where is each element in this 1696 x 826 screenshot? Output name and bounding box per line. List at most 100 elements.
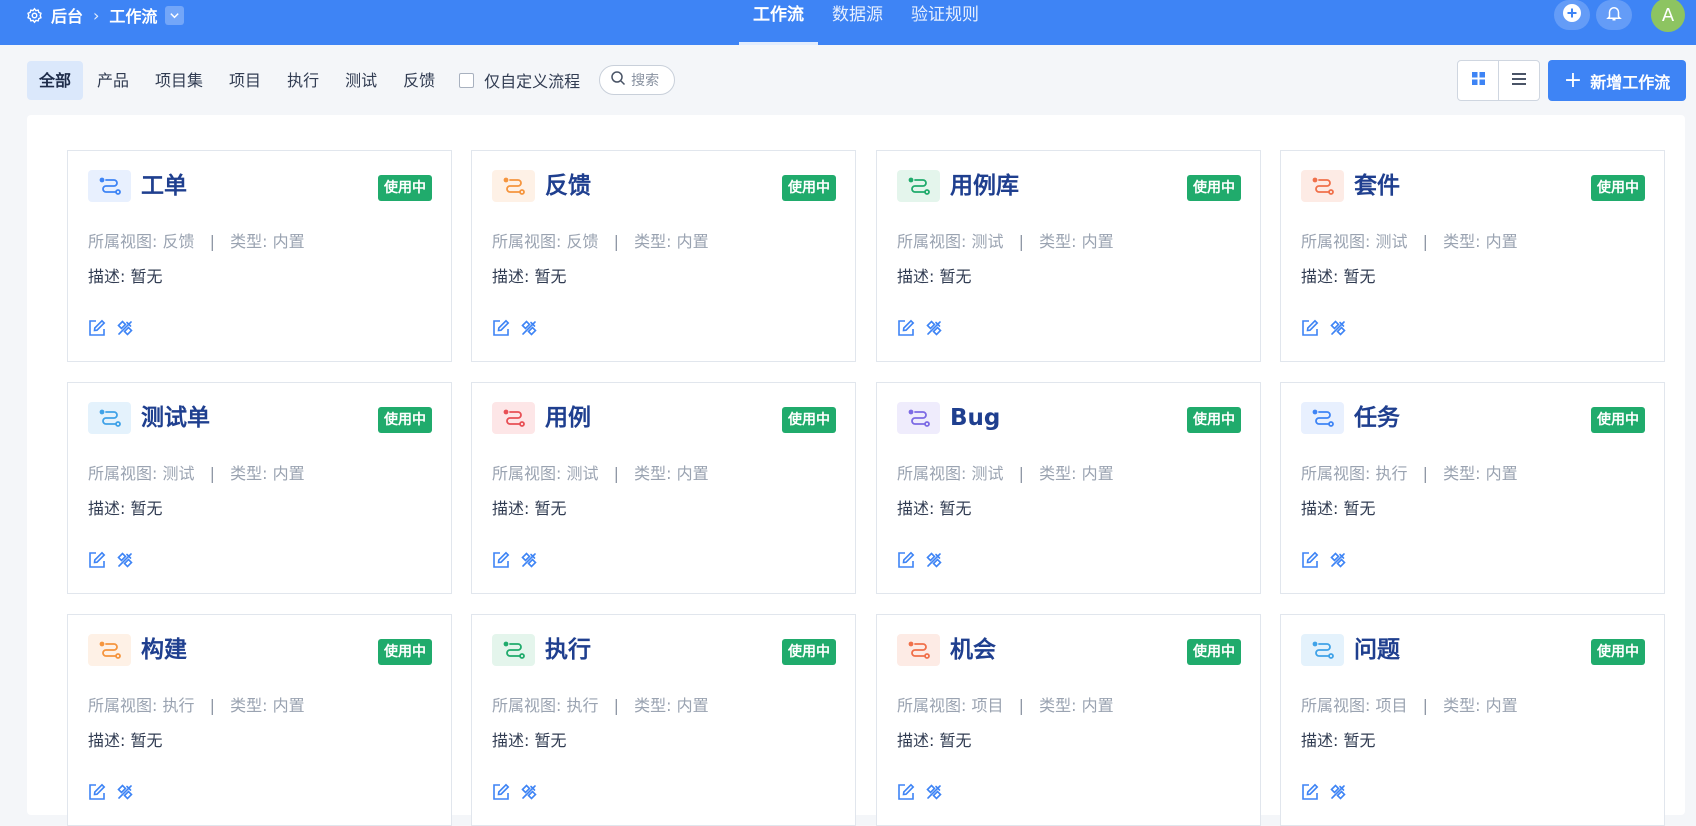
status-badge: 使用中 [782,407,836,433]
workflow-card[interactable]: 工单 使用中 所属视图: 反馈 | 类型: 内置 描述: 暂无 [67,150,452,362]
workflow-type: 内置 [272,232,305,251]
list-view-button[interactable] [1498,61,1539,100]
filter-tab-execution[interactable]: 执行 [275,61,331,100]
grid-view-button[interactable] [1458,61,1498,100]
tab-datasource[interactable]: 数据源 [818,0,897,31]
workflow-description: 描述: 暂无 [88,263,163,287]
workflow-desc: 暂无 [130,267,163,286]
desc-prefix: 描述: [492,499,530,518]
edit-icon[interactable] [492,783,510,801]
notifications-button[interactable] [1596,0,1632,30]
desc-prefix: 描述: [492,731,530,750]
workflow-card[interactable]: 反馈 使用中 所属视图: 反馈 | 类型: 内置 描述: 暂无 [471,150,856,362]
filter-tab-product[interactable]: 产品 [85,61,141,100]
workflow-description: 描述: 暂无 [897,495,972,519]
workflow-card[interactable]: Bug 使用中 所属视图: 测试 | 类型: 内置 描述: 暂无 [876,382,1261,594]
filter-tab-project[interactable]: 项目 [217,61,273,100]
workflow-name[interactable]: 用例库 [950,171,1019,201]
workflow-name[interactable]: 反馈 [545,171,591,201]
status-badge: 使用中 [1591,407,1645,433]
card-actions [492,783,538,801]
design-tools-icon[interactable] [1329,783,1347,801]
design-tools-icon[interactable] [1329,551,1347,569]
workflow-name[interactable]: Bug [950,403,1000,433]
workflow-card[interactable]: 问题 使用中 所属视图: 项目 | 类型: 内置 描述: 暂无 [1280,614,1665,826]
gear-icon[interactable] [26,7,43,24]
design-tools-icon[interactable] [1329,319,1347,337]
workflow-name[interactable]: 机会 [950,635,996,665]
design-tools-icon[interactable] [520,319,538,337]
workflow-name[interactable]: 问题 [1354,635,1400,665]
design-tools-icon[interactable] [116,783,134,801]
workflow-meta: 所属视图: 测试 | 类型: 内置 [1301,228,1518,252]
filter-tab-feedback[interactable]: 反馈 [391,61,447,100]
workflow-name[interactable]: 用例 [545,403,591,433]
meta-divider: | [1018,696,1024,715]
view-prefix: 所属视图: [1301,232,1371,251]
workflow-description: 描述: 暂无 [492,495,567,519]
workflow-view: 反馈 [566,232,599,251]
design-tools-icon[interactable] [925,319,943,337]
edit-icon[interactable] [1301,319,1319,337]
workflow-card[interactable]: 机会 使用中 所属视图: 项目 | 类型: 内置 描述: 暂无 [876,614,1261,826]
design-tools-icon[interactable] [116,319,134,337]
workflow-name[interactable]: 任务 [1354,403,1400,433]
workflow-type: 内置 [1485,232,1518,251]
custom-only-toggle[interactable]: 仅自定义流程 [459,68,580,92]
card-actions [88,783,134,801]
custom-only-checkbox[interactable] [459,72,475,88]
tab-validation-rules[interactable]: 验证规则 [897,0,993,31]
filter-tab-program[interactable]: 项目集 [143,61,215,100]
workflow-description: 描述: 暂无 [88,495,163,519]
meta-divider: | [613,464,619,483]
workflow-card[interactable]: 任务 使用中 所属视图: 执行 | 类型: 内置 描述: 暂无 [1280,382,1665,594]
edit-icon[interactable] [897,551,915,569]
edit-icon[interactable] [897,783,915,801]
edit-icon[interactable] [492,551,510,569]
workflow-card[interactable]: 用例 使用中 所属视图: 测试 | 类型: 内置 描述: 暂无 [471,382,856,594]
add-workflow-button[interactable]: + 新增工作流 [1548,60,1686,101]
type-prefix: 类型: [634,464,672,483]
workflow-card[interactable]: 执行 使用中 所属视图: 执行 | 类型: 内置 描述: 暂无 [471,614,856,826]
edit-icon[interactable] [897,319,915,337]
design-tools-icon[interactable] [520,783,538,801]
filter-tab-all[interactable]: 全部 [27,60,84,100]
create-button[interactable] [1554,0,1590,30]
workflow-name[interactable]: 工单 [141,171,187,201]
search-input[interactable]: 搜索 [599,65,676,95]
avatar[interactable]: A [1651,0,1685,32]
chevron-down-icon[interactable] [165,5,185,25]
workflow-desc: 暂无 [1343,267,1376,286]
workflow-name[interactable]: 测试单 [141,403,210,433]
design-tools-icon[interactable] [520,551,538,569]
desc-prefix: 描述: [1301,731,1339,750]
desc-prefix: 描述: [897,267,935,286]
design-tools-icon[interactable] [925,551,943,569]
workflow-card[interactable]: 测试单 使用中 所属视图: 测试 | 类型: 内置 描述: 暂无 [67,382,452,594]
workflow-card[interactable]: 用例库 使用中 所属视图: 测试 | 类型: 内置 描述: 暂无 [876,150,1261,362]
edit-icon[interactable] [88,551,106,569]
workflow-card[interactable]: 套件 使用中 所属视图: 测试 | 类型: 内置 描述: 暂无 [1280,150,1665,362]
filter-tab-test[interactable]: 测试 [333,61,389,100]
card-actions [897,783,943,801]
design-tools-icon[interactable] [116,551,134,569]
workflow-name[interactable]: 套件 [1354,171,1400,201]
workflow-view: 执行 [1375,464,1408,483]
type-prefix: 类型: [230,232,268,251]
workflow-card[interactable]: 构建 使用中 所属视图: 执行 | 类型: 内置 描述: 暂无 [67,614,452,826]
edit-icon[interactable] [88,783,106,801]
breadcrumb-home-link[interactable]: 后台 [51,3,83,27]
type-prefix: 类型: [1039,464,1077,483]
edit-icon[interactable] [1301,783,1319,801]
workflow-view: 测试 [971,232,1004,251]
workflow-description: 描述: 暂无 [1301,263,1376,287]
edit-icon[interactable] [1301,551,1319,569]
design-tools-icon[interactable] [925,783,943,801]
edit-icon[interactable] [88,319,106,337]
view-mode-toggle [1457,60,1540,101]
edit-icon[interactable] [492,319,510,337]
tab-workflow[interactable]: 工作流 [739,0,818,45]
workflow-name[interactable]: 执行 [545,635,591,665]
view-prefix: 所属视图: [1301,464,1371,483]
workflow-name[interactable]: 构建 [141,635,187,665]
